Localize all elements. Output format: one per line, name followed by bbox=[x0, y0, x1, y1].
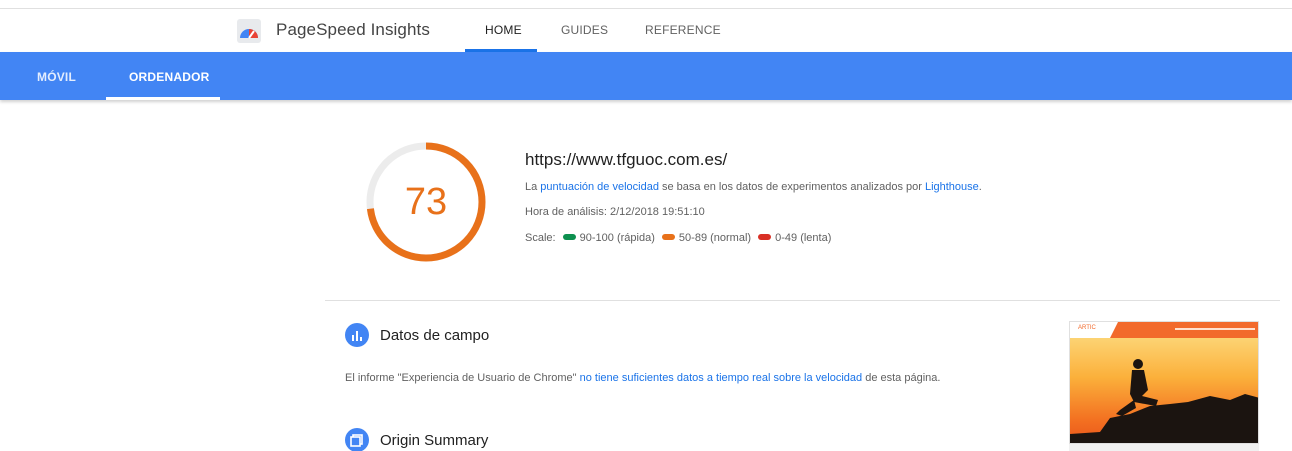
app-title[interactable]: PageSpeed Insights bbox=[276, 20, 430, 40]
tab-desktop[interactable]: ORDENADOR bbox=[129, 70, 209, 84]
thumbnail-site-logo: ARTIC bbox=[1078, 325, 1096, 331]
field-text-prefix: El informe "Experiencia de Usuario de Ch… bbox=[345, 372, 580, 384]
analysis-time: Hora de análisis: 2/12/2018 19:51:10 bbox=[525, 206, 705, 218]
tab-home[interactable]: HOME bbox=[485, 23, 522, 37]
fast-dot-icon bbox=[562, 234, 576, 241]
average-dot-icon bbox=[661, 234, 675, 241]
scale-average: 50-89 (normal) bbox=[678, 232, 752, 244]
desc-suffix: . bbox=[978, 181, 982, 193]
header-edge bbox=[0, 8, 1292, 9]
tab-reference[interactable]: REFERENCE bbox=[645, 23, 721, 37]
field-data-title: Datos de campo bbox=[380, 327, 490, 344]
tab-mobile[interactable]: MÓVIL bbox=[37, 70, 76, 84]
scale-label: Scale: bbox=[525, 232, 556, 244]
origin-icon bbox=[345, 428, 369, 451]
field-text-suffix: de esta página. bbox=[862, 372, 941, 384]
desc-middle: se basa en los datos de experimentos ana… bbox=[658, 181, 925, 193]
bar-chart-icon bbox=[345, 323, 369, 347]
top-header: PageSpeed Insights HOME GUIDES REFERENCE bbox=[0, 0, 1292, 52]
insufficient-data-link[interactable]: no tiene suficientes datos a tiempo real… bbox=[580, 372, 863, 384]
score-scale: Scale: 90-100 (rápida) 50-89 (normal) 0-… bbox=[525, 232, 831, 244]
scale-fast: 90-100 (rápida) bbox=[579, 232, 655, 244]
device-tab-bar: MÓVIL ORDENADOR bbox=[0, 52, 1292, 100]
active-device-indicator bbox=[106, 97, 220, 100]
website-screenshot: ARTIC bbox=[1069, 321, 1259, 444]
analyzed-url: https://www.tfguoc.com.es/ bbox=[525, 150, 728, 169]
slow-dot-icon bbox=[758, 234, 772, 241]
pagespeed-logo-icon[interactable] bbox=[236, 18, 262, 44]
section-divider bbox=[325, 300, 1280, 301]
desc-prefix: La bbox=[525, 181, 541, 193]
origin-summary-title: Origin Summary bbox=[380, 432, 489, 449]
scale-slow: 0-49 (lenta) bbox=[775, 232, 832, 244]
speed-score-link[interactable]: puntuación de velocidad bbox=[540, 181, 659, 193]
tab-guides[interactable]: GUIDES bbox=[561, 23, 608, 37]
field-data-message: El informe "Experiencia de Usuario de Ch… bbox=[345, 372, 940, 384]
score-value: 73 bbox=[404, 181, 448, 223]
lighthouse-link[interactable]: Lighthouse bbox=[925, 181, 979, 193]
thumbnail-base bbox=[1069, 444, 1259, 451]
score-description: La puntuación de velocidad se basa en lo… bbox=[525, 181, 982, 193]
